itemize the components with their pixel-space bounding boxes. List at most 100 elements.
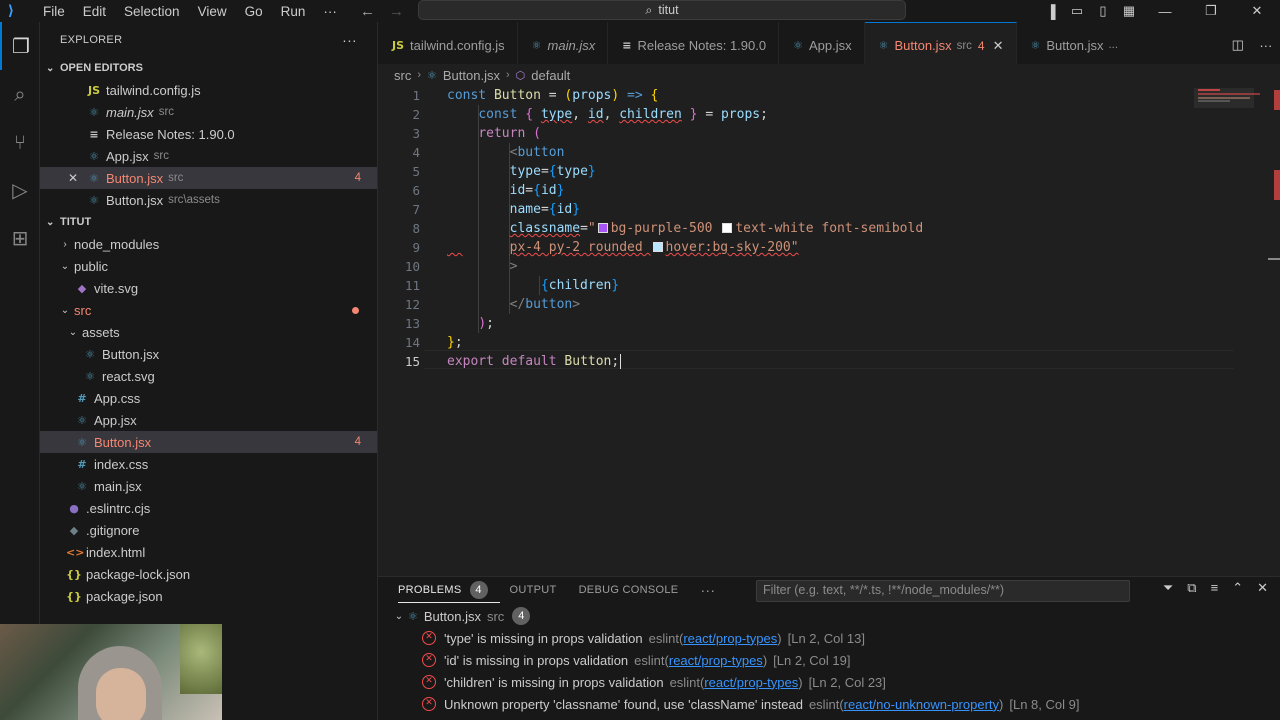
tab-problems[interactable]: PROBLEMS 4 bbox=[398, 577, 500, 603]
open-editor-item[interactable]: ⚛ main.jsx src bbox=[40, 101, 377, 123]
toggle-sidebar-icon[interactable]: ▐ bbox=[1038, 4, 1064, 19]
problem-row[interactable]: ✕ Unknown property 'classname' found, use… bbox=[392, 693, 1280, 715]
breadcrumb-file[interactable]: Button.jsx bbox=[443, 68, 500, 83]
problem-rule-link[interactable]: react/prop-types bbox=[704, 675, 798, 690]
breadcrumb-src[interactable]: src bbox=[394, 68, 411, 83]
menu-more[interactable]: ··· bbox=[314, 4, 346, 19]
problem-message: 'type' is missing in props validation bbox=[444, 630, 643, 646]
tree-file[interactable]: ● .eslintrc.cjs bbox=[40, 497, 377, 519]
toggle-secondary-sidebar-icon[interactable]: ▯ bbox=[1090, 3, 1116, 19]
view-as-list-icon[interactable]: ≡ bbox=[1211, 580, 1219, 596]
color-swatch[interactable] bbox=[597, 223, 608, 233]
react-file-icon: ⚛ bbox=[77, 479, 87, 493]
panel-more-button[interactable]: ··· bbox=[700, 577, 727, 603]
open-editor-item[interactable]: JS tailwind.config.js bbox=[40, 79, 377, 101]
open-editors-header[interactable]: ⌄ OPEN EDITORS bbox=[40, 57, 377, 79]
menu-go[interactable]: Go bbox=[236, 4, 272, 19]
toggle-panel-icon[interactable]: ▭ bbox=[1064, 3, 1090, 19]
filter-icon[interactable]: ⏷ bbox=[1163, 580, 1173, 596]
split-editor-icon[interactable]: ◫ bbox=[1232, 37, 1244, 53]
maximize-panel-icon[interactable]: ⌃ bbox=[1232, 580, 1243, 596]
react-file-icon: ⚛ bbox=[85, 369, 95, 383]
more-actions-icon[interactable]: ··· bbox=[1259, 38, 1272, 53]
tree-file[interactable]: ⚛ react.svg bbox=[40, 365, 377, 387]
tree-file[interactable]: ⚛ main.jsx bbox=[40, 475, 377, 497]
editor-tab[interactable]: ⚛ Button.jsx src 4 ✕ bbox=[864, 22, 1017, 68]
collapse-all-icon[interactable]: ⧉ bbox=[1187, 580, 1196, 596]
tree-file[interactable]: <> index.html bbox=[40, 541, 377, 563]
menu-view[interactable]: View bbox=[189, 4, 236, 19]
close-panel-icon[interactable]: ✕ bbox=[1257, 580, 1268, 596]
search-icon: ⌕ bbox=[645, 2, 653, 17]
color-swatch[interactable] bbox=[722, 223, 733, 233]
open-editor-item[interactable]: ≡ Release Notes: 1.90.0 bbox=[40, 123, 377, 145]
problem-row[interactable]: ✕ 'children' is missing in props validati… bbox=[392, 671, 1280, 693]
close-tab-icon[interactable]: ✕ bbox=[993, 38, 1004, 54]
tree-file[interactable]: ◆ .gitignore bbox=[40, 519, 377, 541]
tree-file[interactable]: ⚛ App.jsx bbox=[40, 409, 377, 431]
tree-file[interactable]: ⚛ Button.jsx bbox=[40, 343, 377, 365]
tree-file[interactable]: {} package-lock.json bbox=[40, 563, 377, 585]
tree-file[interactable]: # index.css bbox=[40, 453, 377, 475]
customize-layout-icon[interactable]: ▦ bbox=[1116, 3, 1142, 19]
problem-row[interactable]: ✕ 'id' is missing in props validation esli… bbox=[392, 649, 1280, 671]
open-editor-item[interactable]: ⚛ Button.jsx src\assets bbox=[40, 189, 377, 211]
tree-file[interactable]: ⚛ Button.jsx 4 bbox=[40, 431, 377, 453]
menu-edit[interactable]: Edit bbox=[74, 4, 115, 19]
editor-tab[interactable]: ⚛ Button.jsx... bbox=[1017, 22, 1131, 68]
editor-tab[interactable]: ⚛ main.jsx bbox=[518, 22, 609, 68]
explorer-icon[interactable]: ❐ bbox=[0, 22, 40, 70]
breadcrumb-symbol[interactable]: default bbox=[531, 68, 570, 83]
extensions-icon[interactable]: ⊞ bbox=[0, 214, 40, 262]
open-editor-item[interactable]: ⚛ App.jsx src bbox=[40, 145, 377, 167]
menu-bar: File Edit Selection View Go Run ··· bbox=[34, 4, 346, 19]
tree-file[interactable]: # App.css bbox=[40, 387, 377, 409]
command-center[interactable]: ⌕ titut bbox=[418, 0, 906, 20]
problem-rule-link[interactable]: react/no-unknown-property bbox=[844, 697, 999, 712]
tree-item-name: react.svg bbox=[102, 368, 155, 384]
vertical-scrollbar[interactable] bbox=[1268, 86, 1280, 576]
tree-file[interactable]: {} package.json bbox=[40, 585, 377, 607]
color-swatch[interactable] bbox=[652, 242, 663, 252]
menu-run[interactable]: Run bbox=[272, 4, 315, 19]
explorer-more-icon[interactable]: ··· bbox=[342, 32, 357, 48]
run-debug-icon[interactable]: ▷ bbox=[0, 166, 40, 214]
code-line-4: <button bbox=[509, 145, 565, 160]
tree-file[interactable]: ◆ vite.svg bbox=[40, 277, 377, 299]
editor-tab[interactable]: ≡ Release Notes: 1.90.0 bbox=[608, 22, 780, 68]
tree-folder[interactable]: ⌄ src bbox=[40, 299, 377, 321]
project-header[interactable]: ⌄ TITUT bbox=[40, 211, 377, 233]
problem-rule-link[interactable]: react/prop-types bbox=[669, 653, 763, 668]
problems-filter-input[interactable]: Filter (e.g. text, **/*.ts, !**/node_mod… bbox=[756, 580, 1130, 602]
editor-tabs: JS tailwind.config.js ⚛ main.jsx ≡ Release No… bbox=[378, 22, 1280, 68]
close-window-icon[interactable]: ✕ bbox=[1234, 3, 1280, 19]
tree-folder[interactable]: › node_modules bbox=[40, 233, 377, 255]
problems-file-row[interactable]: ⌄ ⚛ Button.jsx src 4 bbox=[392, 605, 1280, 627]
menu-selection[interactable]: Selection bbox=[115, 4, 189, 19]
close-icon[interactable]: ✕ bbox=[68, 171, 86, 185]
tab-debug-console[interactable]: DEBUG CONSOLE bbox=[579, 577, 691, 603]
open-editor-item[interactable]: ✕ ⚛ Button.jsx src 4 bbox=[40, 167, 377, 189]
javascript-file-icon: JS bbox=[392, 38, 405, 52]
minimize-icon[interactable]: — bbox=[1142, 4, 1188, 19]
open-editor-name: main.jsx bbox=[106, 104, 154, 120]
problem-rule-link[interactable]: react/prop-types bbox=[683, 631, 777, 646]
minimap[interactable] bbox=[1190, 86, 1268, 576]
forward-arrow-icon[interactable]: → bbox=[389, 3, 404, 20]
tree-folder[interactable]: ⌄ assets bbox=[40, 321, 377, 343]
editor-tab[interactable]: JS tailwind.config.js bbox=[378, 22, 518, 68]
restore-icon[interactable]: ❐ bbox=[1188, 3, 1234, 19]
javascript-file-icon: JS bbox=[87, 83, 100, 97]
source-control-icon[interactable]: ⑂ bbox=[0, 118, 40, 166]
menu-file[interactable]: File bbox=[34, 4, 74, 19]
search-icon[interactable]: ⌕ bbox=[0, 70, 40, 118]
back-arrow-icon[interactable]: ← bbox=[360, 3, 375, 20]
tree-folder[interactable]: ⌄ public bbox=[40, 255, 377, 277]
problem-row[interactable]: ✕ 'type' is missing in props validation es… bbox=[392, 627, 1280, 649]
tab-output[interactable]: OUTPUT bbox=[510, 577, 569, 603]
editor-tab[interactable]: ⚛ App.jsx bbox=[779, 22, 865, 68]
panel-more-label: ··· bbox=[700, 582, 716, 598]
code-editor[interactable]: 1 const Button = (props) => { 2 const { … bbox=[378, 86, 1280, 576]
error-icon: ✕ bbox=[422, 631, 436, 645]
paren-close: ) bbox=[999, 696, 1004, 712]
